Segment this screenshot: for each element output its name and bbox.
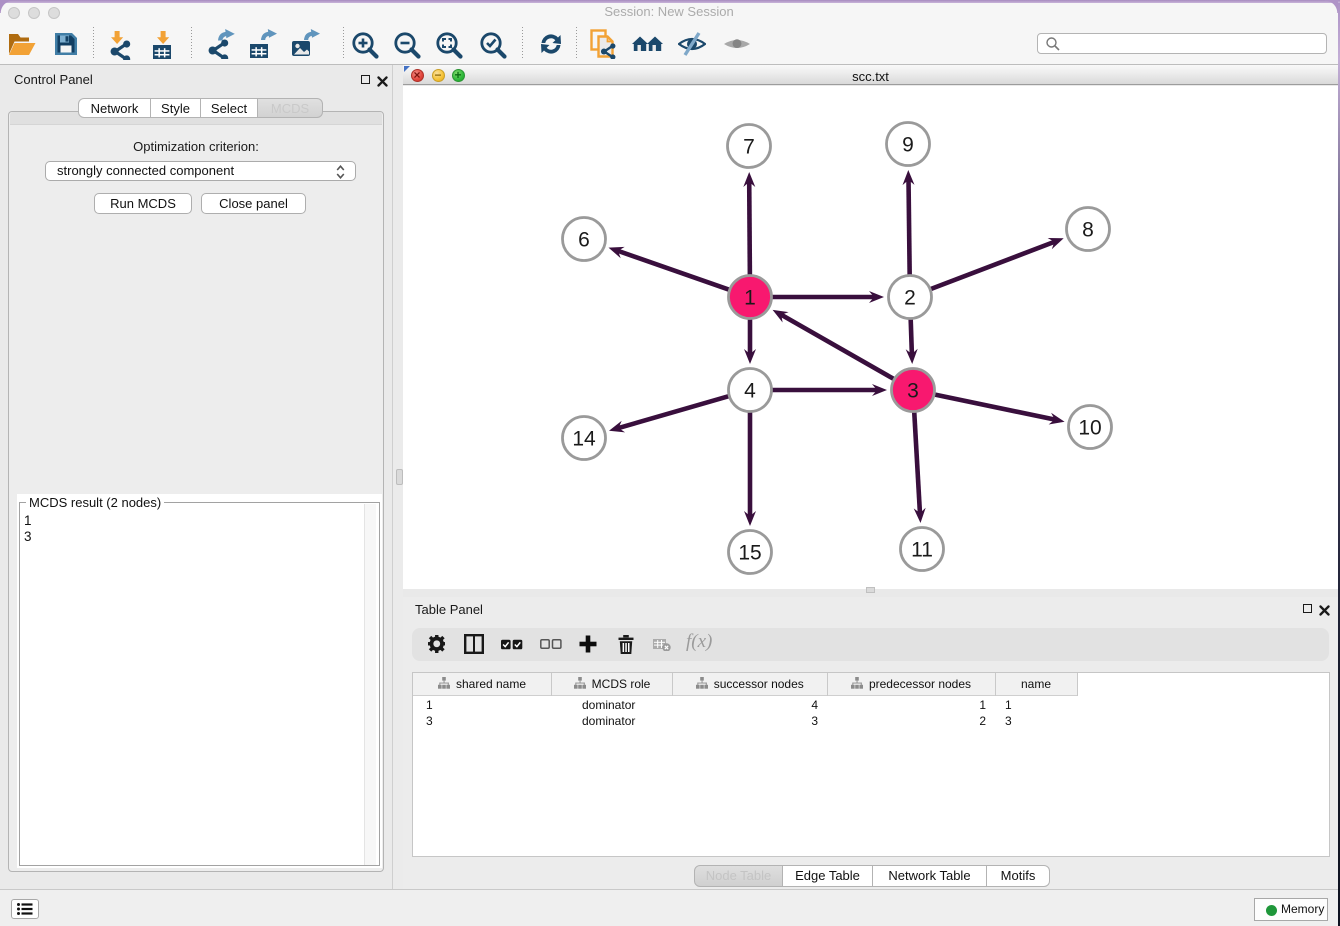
svg-text:4: 4 — [744, 380, 756, 403]
svg-text:2: 2 — [904, 287, 916, 310]
svg-text:3: 3 — [907, 380, 919, 403]
svg-text:15: 15 — [738, 542, 761, 565]
svg-text:6: 6 — [578, 229, 590, 252]
svg-text:7: 7 — [743, 136, 755, 159]
svg-text:14: 14 — [572, 428, 596, 451]
svg-text:1: 1 — [744, 287, 756, 310]
svg-text:8: 8 — [1082, 219, 1094, 242]
svg-text:10: 10 — [1078, 417, 1101, 440]
svg-text:9: 9 — [902, 134, 914, 157]
svg-text:11: 11 — [911, 539, 933, 562]
